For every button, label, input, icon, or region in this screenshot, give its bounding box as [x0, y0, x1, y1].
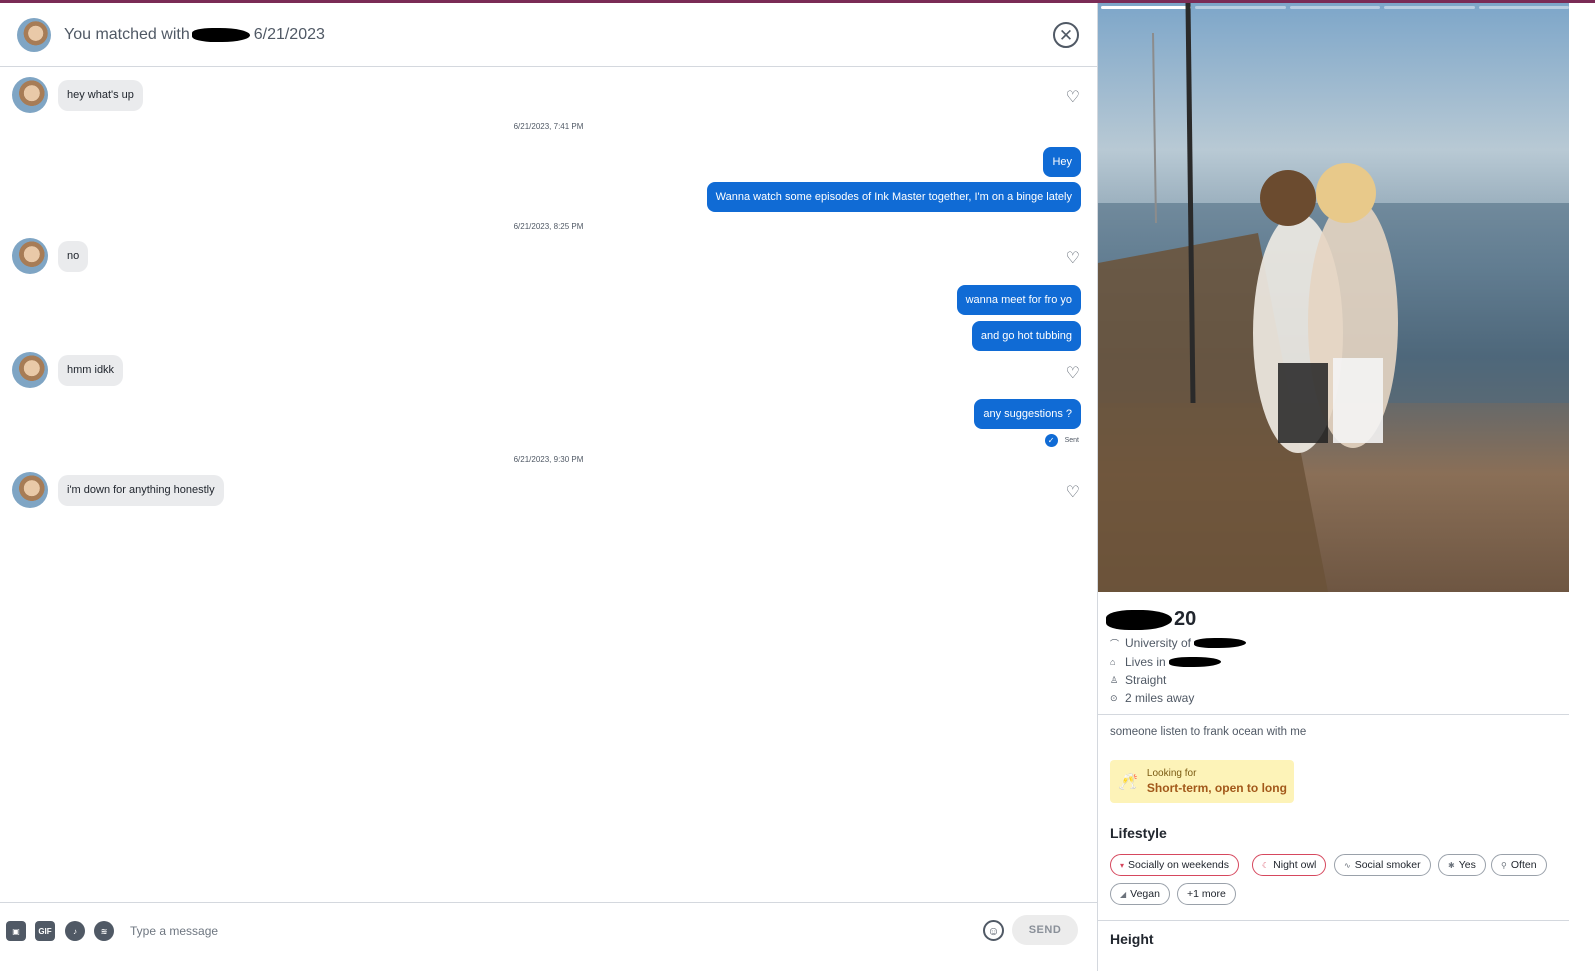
message-bubble-outgoing: wanna meet for fro yo	[956, 285, 1081, 315]
redacted-location	[1168, 657, 1221, 667]
champagne-icon: 🥂	[1118, 773, 1138, 791]
message-timestamp: 6/21/2023, 8:25 PM	[513, 222, 584, 231]
sender-avatar[interactable]	[12, 352, 48, 388]
lifestyle-title: Lifestyle	[1110, 825, 1167, 841]
spotify-icon[interactable]: ≋	[94, 921, 114, 941]
looking-for-value: Short-term, open to long	[1146, 781, 1287, 795]
profile-name-row: 20	[1106, 608, 1196, 631]
match-date: 6/21/2023	[253, 25, 325, 43]
leaf-icon: ✱	[1448, 860, 1455, 870]
chat-pane: You matched with 6/21/2023 ✕ hey what's …	[0, 3, 1097, 971]
message-bubble-outgoing: Hey	[1043, 147, 1081, 177]
orientation-label: Straight	[1125, 673, 1167, 687]
sent-check-icon: ✓	[1044, 434, 1058, 447]
chip-label: Vegan	[1130, 888, 1160, 900]
message-incoming: hmm idkk	[12, 352, 124, 388]
sender-avatar[interactable]	[12, 77, 48, 113]
cigarette-icon: ∿	[1344, 860, 1351, 870]
chip-label: Social smoker	[1354, 859, 1421, 871]
moon-icon: ☾	[1262, 860, 1270, 870]
distance-detail: ⊙ 2 miles away	[1110, 691, 1194, 705]
chip-label: Night owl	[1273, 859, 1317, 871]
school-detail: ⌒ University of	[1110, 636, 1247, 650]
looking-for-text: Looking for Short-term, open to long	[1147, 768, 1287, 795]
close-icon[interactable]: ✕	[1053, 22, 1079, 48]
graduation-cap-icon: ⌒	[1110, 638, 1120, 649]
message-bubble: i'm down for anything honestly	[58, 474, 224, 506]
lifestyle-chip-sleep: ☾ Night owl	[1252, 854, 1327, 876]
message-bubble-outgoing: and go hot tubbing	[971, 321, 1081, 351]
profile-photo[interactable]	[1098, 3, 1569, 592]
person-icon: ♙	[1110, 674, 1119, 685]
lives-label: Lives in	[1125, 655, 1166, 669]
home-icon: ⌂	[1110, 657, 1116, 667]
delivery-status: ✓ Sent	[1044, 434, 1079, 447]
location-pin-icon: ⊙	[1110, 692, 1118, 703]
section-divider	[1098, 920, 1569, 921]
carrot-icon: ◢	[1120, 889, 1127, 899]
chip-label: Socially on weekends	[1128, 859, 1229, 871]
profile-age: 20	[1174, 608, 1197, 630]
lifestyle-more-button[interactable]: +1 more	[1177, 883, 1236, 905]
music-note-icon[interactable]: ♪	[65, 921, 85, 941]
section-divider	[1098, 714, 1569, 715]
message-composer: ▣ GIF ♪ ≋ ☺ SEND	[0, 902, 1097, 971]
profile-pane: 20 ⌒ University of ⌂ Lives in ♙ Straight…	[1097, 3, 1595, 971]
sender-avatar[interactable]	[12, 238, 48, 274]
emoji-icon[interactable]: ☺	[983, 920, 1004, 941]
message-bubble-outgoing: any suggestions ?	[974, 399, 1081, 429]
message-incoming: i'm down for anything honestly	[12, 472, 224, 508]
distance-label: 2 miles away	[1125, 691, 1195, 705]
message-bubble: hmm idkk	[58, 354, 124, 386]
match-prefix: You matched with	[64, 25, 190, 43]
lives-detail: ⌂ Lives in	[1110, 655, 1221, 669]
dumbbell-icon: ⚲	[1501, 860, 1507, 870]
message-input[interactable]	[130, 917, 960, 945]
message-timestamp: 6/21/2023, 9:30 PM	[513, 455, 584, 464]
lifestyle-chip-cannabis: ✱ Yes	[1438, 854, 1486, 876]
redacted-name	[1106, 609, 1172, 630]
message-bubble: hey what's up	[58, 79, 143, 111]
wine-glass-icon: ▾	[1120, 860, 1125, 870]
heart-icon[interactable]: ♡	[1066, 366, 1080, 382]
message-incoming: no	[12, 238, 89, 274]
chip-label: Yes	[1458, 859, 1476, 871]
sender-avatar[interactable]	[12, 472, 48, 508]
message-bubble-outgoing: Wanna watch some episodes of Ink Master …	[706, 182, 1081, 212]
sticker-icon[interactable]: ▣	[6, 921, 26, 941]
heart-icon[interactable]: ♡	[1066, 251, 1080, 267]
school-label: University of	[1125, 636, 1192, 650]
lifestyle-chip-drinking: ▾ Socially on weekends	[1110, 854, 1239, 876]
message-timestamp: 6/21/2023, 7:41 PM	[513, 122, 584, 131]
lifestyle-chip-smoking: ∿ Social smoker	[1334, 854, 1431, 876]
looking-for-card: 🥂 Looking for Short-term, open to long	[1110, 760, 1294, 803]
height-title: Height	[1110, 931, 1154, 947]
chip-label: +1 more	[1187, 888, 1226, 900]
heart-icon[interactable]: ♡	[1066, 90, 1080, 106]
lifestyle-chip-workout: ⚲ Often	[1491, 854, 1547, 876]
redacted-school	[1194, 638, 1247, 648]
message-incoming: hey what's up	[12, 77, 143, 113]
message-bubble: no	[58, 240, 89, 272]
close-glyph: ✕	[1058, 25, 1074, 45]
chip-label: Often	[1510, 859, 1537, 871]
match-banner: You matched with 6/21/2023	[64, 26, 325, 44]
send-button[interactable]: SEND	[1012, 915, 1078, 945]
lifestyle-chip-diet: ◢ Vegan	[1110, 883, 1170, 905]
match-avatar[interactable]	[17, 17, 51, 52]
orientation-detail: ♙ Straight	[1110, 673, 1166, 687]
photo-scene	[1098, 3, 1569, 592]
redacted-name	[191, 27, 250, 42]
gif-button[interactable]: GIF	[35, 921, 55, 941]
profile-bio: someone listen to frank ocean with me	[1110, 726, 1307, 738]
looking-for-label: Looking for	[1146, 768, 1197, 779]
heart-icon[interactable]: ♡	[1066, 485, 1080, 501]
sent-label: Sent	[1064, 437, 1079, 444]
chat-header: You matched with 6/21/2023 ✕	[0, 3, 1097, 67]
